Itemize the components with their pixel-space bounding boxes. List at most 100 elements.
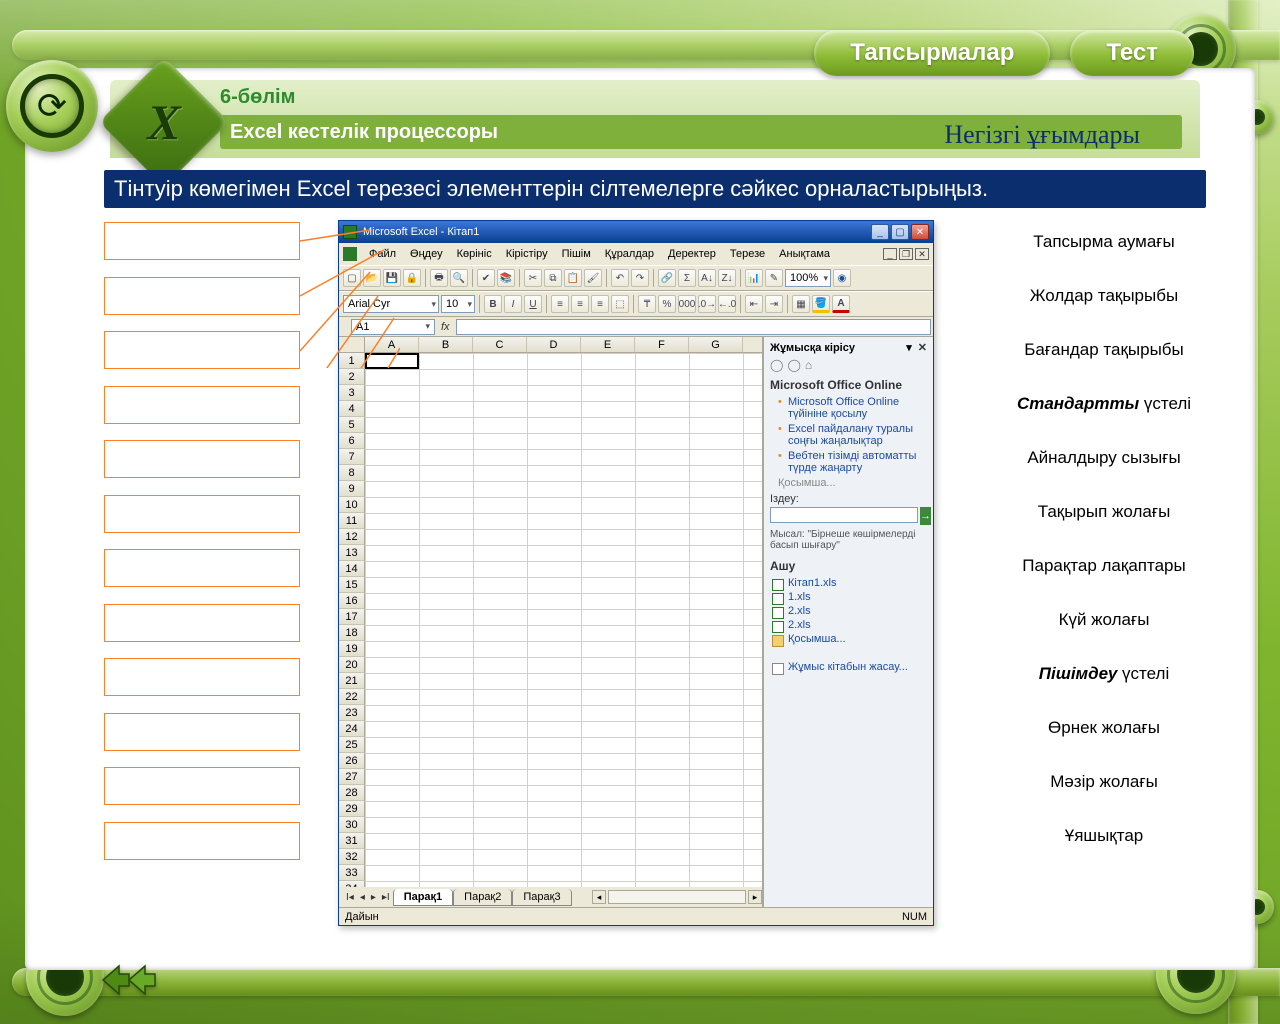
label-4[interactable]: Стандартты үстелі	[998, 394, 1210, 414]
horizontal-scrollbar[interactable]: ◂ ▸	[592, 887, 762, 907]
row-header[interactable]: 17	[339, 609, 365, 625]
task-pane[interactable]: Жұмысқа кірісу ▾ ✕ ◯ ◯ ⌂ Microsoft Offic…	[763, 337, 933, 907]
menu-format[interactable]: Пішім	[556, 246, 597, 262]
row-header[interactable]: 28	[339, 785, 365, 801]
paste-icon[interactable]: 📋	[564, 269, 582, 287]
new-workbook-link[interactable]: Жұмыс кітабын жасау...	[770, 661, 927, 673]
task-pane-home-icon[interactable]: ⌂	[805, 358, 812, 372]
redo-icon[interactable]: ↷	[631, 269, 649, 287]
merge-icon[interactable]: ⬚	[611, 295, 629, 313]
format-painter-icon[interactable]: 🖌	[584, 269, 602, 287]
formula-input[interactable]	[456, 319, 931, 335]
drop-box-9[interactable]	[104, 658, 300, 696]
row-header[interactable]: 6	[339, 433, 365, 449]
column-header[interactable]: E	[581, 337, 635, 352]
tab-test[interactable]: Тест	[1070, 30, 1194, 76]
doc-minimize-button[interactable]: _	[883, 248, 897, 260]
open-more[interactable]: Қосымша...	[770, 633, 927, 645]
recent-file-1[interactable]: Кітап1.xls	[770, 577, 927, 589]
research-icon[interactable]: 📚	[497, 269, 515, 287]
help-icon[interactable]: ◉	[833, 269, 851, 287]
row-header[interactable]: 16	[339, 593, 365, 609]
tab-nav-last[interactable]: ▸I	[379, 892, 393, 903]
row-header[interactable]: 3	[339, 385, 365, 401]
online-link-2[interactable]: Excel пайдалану туралы соңғы жаңалықтар	[778, 423, 927, 447]
tab-nav-prev[interactable]: ◂	[357, 892, 368, 903]
row-header[interactable]: 25	[339, 737, 365, 753]
chart-icon[interactable]: 📊	[745, 269, 763, 287]
row-header[interactable]: 18	[339, 625, 365, 641]
row-header[interactable]: 33	[339, 865, 365, 881]
row-header[interactable]: 11	[339, 513, 365, 529]
align-right-icon[interactable]: ≡	[591, 295, 609, 313]
window-close-button[interactable]: ✕	[911, 224, 929, 240]
row-header[interactable]: 29	[339, 801, 365, 817]
cut-icon[interactable]: ✂	[524, 269, 542, 287]
column-headers[interactable]: ABCDEFG	[365, 337, 762, 353]
menu-file[interactable]: Файл	[363, 246, 402, 262]
borders-icon[interactable]: ▦	[792, 295, 810, 313]
save-icon[interactable]: 💾	[383, 269, 401, 287]
column-header[interactable]: D	[527, 337, 581, 352]
open-icon[interactable]: 📂	[363, 269, 381, 287]
formatting-toolbar[interactable]: Arial Cyr 10 B I U ≡ ≡ ≡ ⬚ ₸ % 000 .0→ ←…	[339, 291, 933, 317]
column-header[interactable]: A	[365, 337, 419, 352]
undo-icon[interactable]: ↶	[611, 269, 629, 287]
italic-icon[interactable]: I	[504, 295, 522, 313]
label-5[interactable]: Айналдыру сызығы	[998, 448, 1210, 468]
row-header[interactable]: 22	[339, 689, 365, 705]
row-header[interactable]: 12	[339, 529, 365, 545]
dec-decimal-icon[interactable]: ←.0	[718, 295, 736, 313]
drop-box-5[interactable]	[104, 440, 300, 478]
row-header[interactable]: 13	[339, 545, 365, 561]
row-header[interactable]: 1	[339, 353, 365, 369]
sheet-tab-2[interactable]: Парақ2	[453, 889, 512, 906]
row-header[interactable]: 24	[339, 721, 365, 737]
row-header[interactable]: 14	[339, 561, 365, 577]
tab-nav-first[interactable]: I◂	[343, 892, 357, 903]
inc-decimal-icon[interactable]: .0→	[698, 295, 716, 313]
cells-area[interactable]	[365, 353, 762, 887]
hscroll-left-icon[interactable]: ◂	[592, 890, 606, 904]
drop-box-3[interactable]	[104, 331, 300, 369]
row-header[interactable]: 21	[339, 673, 365, 689]
menu-view[interactable]: Көрініс	[451, 246, 498, 262]
formula-bar[interactable]: A1 fx	[339, 317, 933, 337]
tab-nav-next[interactable]: ▸	[368, 892, 379, 903]
drop-box-11[interactable]	[104, 767, 300, 805]
name-box[interactable]: A1	[351, 319, 435, 335]
label-10[interactable]: Өрнек жолағы	[998, 718, 1210, 738]
copy-icon[interactable]: ⧉	[544, 269, 562, 287]
currency-icon[interactable]: ₸	[638, 295, 656, 313]
sort-desc-icon[interactable]: Z↓	[718, 269, 736, 287]
underline-icon[interactable]: U	[524, 295, 542, 313]
print-icon[interactable]: 🖶	[430, 269, 448, 287]
row-header[interactable]: 15	[339, 577, 365, 593]
menu-insert[interactable]: Кірістіру	[500, 246, 554, 262]
task-pane-dropdown-icon[interactable]: ▾	[906, 341, 912, 354]
online-link-1[interactable]: Microsoft Office Online түйініне қосылу	[778, 396, 927, 420]
drop-box-7[interactable]	[104, 549, 300, 587]
select-all-corner[interactable]	[339, 337, 365, 353]
align-left-icon[interactable]: ≡	[551, 295, 569, 313]
row-header[interactable]: 19	[339, 641, 365, 657]
standard-toolbar[interactable]: ▢ 📂 💾 🔒 🖶 🔍 ✔ 📚 ✂ ⧉ 📋 🖌 ↶ ↷ 🔗	[339, 265, 933, 291]
drawing-icon[interactable]: ✎	[765, 269, 783, 287]
nav-back-button[interactable]	[96, 960, 166, 1000]
sheet-tabs[interactable]: I◂ ◂ ▸ ▸I Парақ1 Парақ2 Парақ3	[339, 887, 592, 907]
row-header[interactable]: 8	[339, 465, 365, 481]
doc-close-button[interactable]: ✕	[915, 248, 929, 260]
task-pane-close-icon[interactable]: ✕	[918, 341, 927, 354]
active-cell[interactable]	[365, 353, 419, 369]
fill-color-icon[interactable]: 🪣	[812, 295, 830, 313]
column-header[interactable]: G	[689, 337, 743, 352]
excel-titlebar[interactable]: Microsoft Excel - Кітап1 _ ▢ ✕	[339, 221, 933, 243]
label-11[interactable]: Мәзір жолағы	[998, 772, 1210, 792]
label-8[interactable]: Күй жолағы	[998, 610, 1210, 630]
task-pane-back-icon[interactable]: ◯	[770, 358, 783, 372]
label-6[interactable]: Тақырып жолағы	[998, 502, 1210, 522]
font-color-icon[interactable]: A	[832, 295, 850, 313]
window-maximize-button[interactable]: ▢	[891, 224, 909, 240]
dec-indent-icon[interactable]: ⇤	[745, 295, 763, 313]
inc-indent-icon[interactable]: ⇥	[765, 295, 783, 313]
